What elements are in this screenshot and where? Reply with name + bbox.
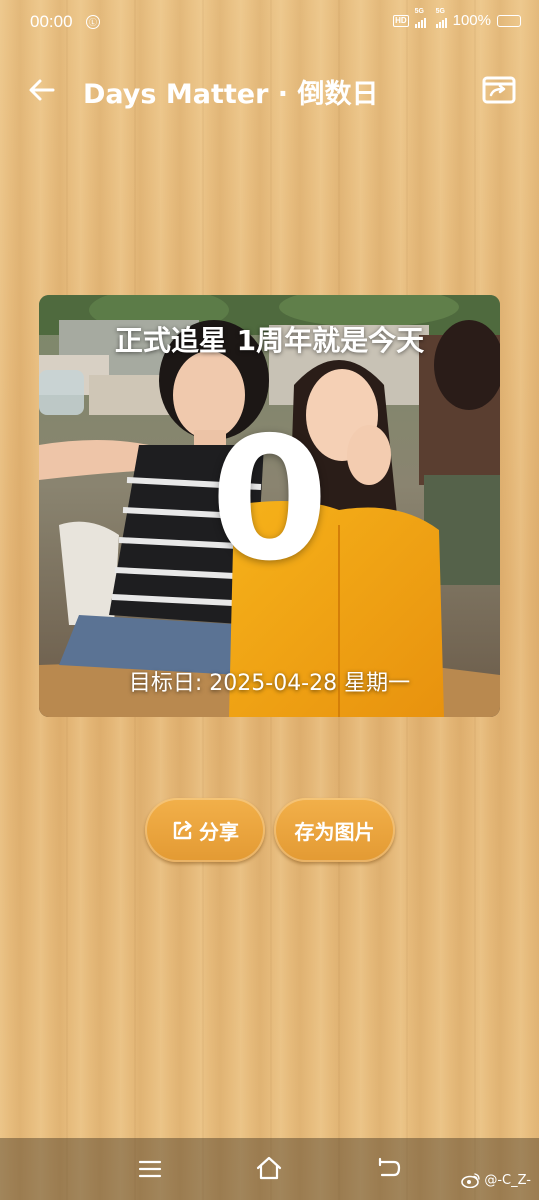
screen-switch-icon[interactable] <box>481 72 517 108</box>
arrow-left-icon[interactable] <box>26 74 58 106</box>
status-bar: 00:00 Ⓛ HD 5G 5G 100% <box>0 0 539 46</box>
status-time: 00:00 <box>30 12 73 31</box>
app-bar: Days Matter · 倒数日 <box>0 62 539 120</box>
menu-icon[interactable] <box>138 1158 162 1180</box>
watermark-text: @-C_Z- <box>484 1172 531 1188</box>
watermark: @-C_Z- <box>461 1172 531 1188</box>
share-icon <box>173 820 192 840</box>
hd-icon: HD <box>393 14 409 27</box>
event-title: 正式追星 1周年就是今天 <box>114 324 425 357</box>
share-label: 分享 <box>199 819 239 844</box>
days-count: 0 <box>210 401 329 599</box>
signal-icon-2: 5G <box>435 8 447 28</box>
notification-badge-icon: Ⓛ <box>86 15 100 29</box>
save-image-button[interactable]: 存为图片 <box>274 798 395 862</box>
signal-icon-1: 5G <box>414 8 426 28</box>
share-button[interactable]: 分享 <box>145 798 265 862</box>
battery-icon <box>497 14 521 27</box>
countdown-card[interactable]: 正式追星 1周年就是今天 0 目标日: 2025-04-28 星期一 <box>39 295 500 717</box>
signal-1-label: 5G <box>414 7 424 15</box>
weibo-icon <box>461 1173 481 1188</box>
back-icon[interactable] <box>376 1155 402 1181</box>
home-icon[interactable] <box>255 1154 283 1182</box>
signal-2-label: 5G <box>435 7 445 15</box>
status-indicators: HD 5G 5G 100% <box>393 8 521 29</box>
battery-percent: 100% <box>452 12 491 29</box>
page-title: Days Matter · 倒数日 <box>83 79 379 110</box>
navigation-bar: @-C_Z- <box>0 1138 539 1200</box>
save-image-label: 存为图片 <box>294 819 375 844</box>
target-date: 目标日: 2025-04-28 星期一 <box>128 671 411 696</box>
